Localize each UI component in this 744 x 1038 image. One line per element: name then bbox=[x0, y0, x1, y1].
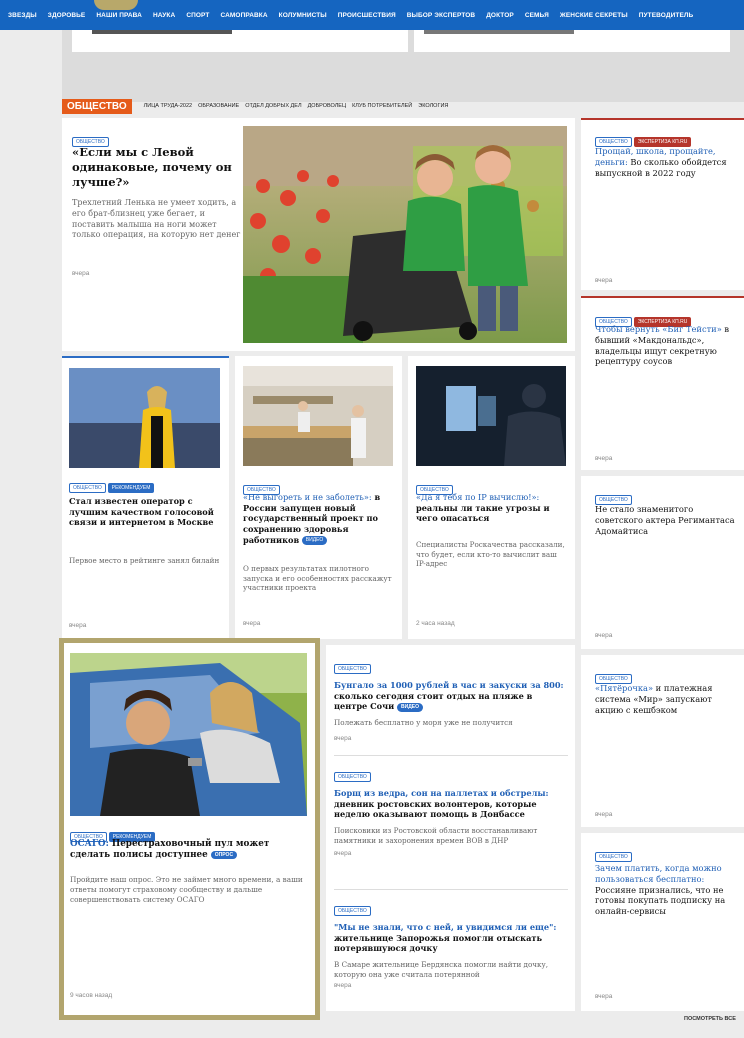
card-headline[interactable]: «Не выгореть и не заболеть»: в России за… bbox=[243, 492, 393, 545]
side-time: вчера bbox=[595, 993, 613, 1000]
photo-factory-workers[interactable] bbox=[243, 366, 393, 466]
feature-photo-twins[interactable] bbox=[243, 126, 567, 343]
row2-card-2[interactable]: ОБЩЕСТВО «Не выгореть и не заболеть»: в … bbox=[235, 356, 402, 639]
section-title[interactable]: ОБЩЕСТВО bbox=[62, 98, 132, 114]
card-lead: Специалисты Роскачества рассказали, что … bbox=[416, 540, 565, 569]
previous-card-right[interactable] bbox=[414, 30, 730, 52]
card-lead: Первое место в рейтинге занял билайн bbox=[69, 556, 220, 565]
side-card-3[interactable]: ОБЩЕСТВО Не стало знаменитого советского… bbox=[581, 476, 744, 649]
list-headline[interactable]: Бунгало за 1000 рублей в час и закуски з… bbox=[334, 680, 568, 712]
list-item[interactable]: ОБЩЕСТВО Борщ из ведра, сон на паллетах … bbox=[334, 763, 568, 857]
side-headline[interactable]: Прощай, школа, прощайте, деньги: Во скол… bbox=[595, 146, 741, 178]
nav-link[interactable]: ДОКТОР bbox=[486, 12, 514, 19]
active-nav-indicator bbox=[94, 0, 138, 10]
list-time: вчера bbox=[334, 734, 352, 742]
card-time: вчера bbox=[69, 622, 87, 629]
video-pill[interactable]: ВИДЕО bbox=[397, 703, 424, 712]
poll-pill[interactable]: ОПРОС bbox=[210, 850, 238, 860]
side-headline[interactable]: Не стало знаменитого советского актера Р… bbox=[595, 504, 741, 536]
nav-link[interactable]: НАУКА bbox=[153, 12, 175, 19]
list-time: вчера bbox=[334, 982, 352, 990]
card-lead: О первых результатах пилотного запуска и… bbox=[243, 564, 392, 593]
subnav-link[interactable]: КЛУБ ПОТРЕБИТЕЛЕЙ bbox=[352, 103, 412, 109]
row2-card-1[interactable]: ОБЩЕСТВО РЕКОМЕНДУЕМ Стал известен операт… bbox=[62, 356, 229, 639]
row2-card-3[interactable]: ОБЩЕСТВО «Да я тебя по IP вычислю!»: реа… bbox=[408, 356, 575, 639]
list-item[interactable]: ОБЩЕСТВО Бунгало за 1000 рублей в час и … bbox=[334, 655, 568, 742]
photo-couple-car[interactable] bbox=[70, 653, 307, 816]
nav-link[interactable]: СЕМЬЯ bbox=[525, 12, 549, 19]
side-time: вчера bbox=[595, 277, 613, 284]
news-list: ОБЩЕСТВО Бунгало за 1000 рублей в час и … bbox=[326, 645, 575, 1011]
subnav-link[interactable]: ЛИЦА ТРУДА-2022 bbox=[144, 103, 192, 109]
card-headline[interactable]: Стал известен оператор с лучшим качество… bbox=[69, 496, 221, 528]
side-card-1[interactable]: ОБЩЕСТВО ЭКСПЕРТИЗА КП.RU Прощай, школа, … bbox=[581, 118, 744, 290]
list-lead: В Самаре жительнице Бердянска помогли на… bbox=[334, 959, 549, 979]
card-headline[interactable]: «Да я тебя по IP вычислю!»: реальны ли т… bbox=[416, 492, 566, 524]
feature-time: вчера bbox=[72, 270, 90, 277]
side-time: вчера bbox=[595, 632, 613, 639]
photo-woman-phone[interactable] bbox=[69, 368, 220, 468]
divider bbox=[334, 889, 568, 890]
section-subnav: ЛИЦА ТРУДА-2022 ОБРАЗОВАНИЕ ОТДЕЛ ДОБРЫХ Д… bbox=[144, 103, 449, 109]
list-item[interactable]: ОБЩЕСТВО "Мы не знали, что с ней, и увид… bbox=[334, 897, 568, 989]
tag-society[interactable]: ОБЩЕСТВО bbox=[334, 772, 371, 782]
card-time: вчера bbox=[243, 620, 261, 627]
nav-link[interactable]: ЗДОРОВЬЕ bbox=[48, 12, 86, 19]
side-card-2[interactable]: ОБЩЕСТВО ЭКСПЕРТИЗА КП.RU Чтобы вернуть «… bbox=[581, 296, 744, 470]
side-tags: ОБЩЕСТВО bbox=[595, 843, 634, 862]
subnav-link[interactable]: ДОБРОВОЛЕЦ bbox=[308, 103, 347, 109]
nav-link[interactable]: ЖЕНСКИЕ СЕКРЕТЫ bbox=[560, 12, 628, 19]
tag-society[interactable]: ОБЩЕСТВО bbox=[595, 852, 632, 862]
osago-headline[interactable]: ОСАГО: Перестраховочный пул может сделат… bbox=[70, 839, 306, 862]
side-card-4[interactable]: ОБЩЕСТВО «Пятёрочка» и платежная система… bbox=[581, 655, 744, 827]
photo-hacker-computer[interactable] bbox=[416, 366, 566, 466]
tag-society[interactable]: ОБЩЕСТВО bbox=[334, 664, 371, 674]
nav-link[interactable]: САМОПРАВКА bbox=[220, 12, 267, 19]
side-headline[interactable]: Зачем платить, когда можно пользоваться … bbox=[595, 863, 741, 917]
list-time: вчера bbox=[334, 850, 352, 858]
side-time: вчера bbox=[595, 455, 613, 462]
osago-time: 9 часов назад bbox=[70, 992, 113, 999]
side-headline[interactable]: «Пятёрочка» и платежная система «Мир» за… bbox=[595, 683, 741, 715]
nav-link[interactable]: ПУТЕВОДИТЕЛЬ bbox=[639, 12, 694, 19]
view-all-link[interactable]: ПОСМОТРЕТЬ ВСЕ bbox=[684, 1016, 736, 1022]
list-headline[interactable]: Борщ из ведра, сон на паллетах и обстрел… bbox=[334, 788, 568, 820]
card-time: 2 часа назад bbox=[416, 620, 455, 627]
video-pill[interactable]: ВИДЕО bbox=[301, 536, 328, 545]
subnav-link[interactable]: ОБРАЗОВАНИЕ bbox=[198, 103, 239, 109]
tag-society[interactable]: ОБЩЕСТВО bbox=[69, 483, 106, 493]
section-header: ОБЩЕСТВО ЛИЦА ТРУДА-2022 ОБРАЗОВАНИЕ ОТДЕЛ… bbox=[62, 97, 448, 115]
divider bbox=[334, 755, 568, 756]
list-headline[interactable]: "Мы не знали, что с ней, и увидимся ли е… bbox=[334, 922, 568, 954]
feature-lead: Трехлетний Ленька не умеет ходить, а его… bbox=[72, 198, 241, 240]
osago-lead: Пройдите наш опрос. Это не займет много … bbox=[70, 875, 303, 904]
subnav-link[interactable]: ОТДЕЛ ДОБРЫХ ДЕЛ bbox=[245, 103, 301, 109]
side-time: вчера bbox=[595, 811, 613, 818]
nav-link[interactable]: СПОРТ bbox=[186, 12, 209, 19]
feature-card[interactable]: ОБЩЕСТВО «Если мы с Левой одинаковые, по… bbox=[62, 118, 575, 351]
side-card-5[interactable]: ОБЩЕСТВО Зачем платить, когда можно поль… bbox=[581, 833, 744, 1011]
nav-link[interactable]: КОЛУМНИСТЫ bbox=[279, 12, 327, 19]
side-headline[interactable]: Чтобы вернуть «Биг Тейсти» в бывший «Мак… bbox=[595, 324, 741, 367]
side-tags: ОБЩЕСТВО bbox=[595, 665, 634, 684]
side-tags: ОБЩЕСТВО bbox=[595, 486, 634, 505]
feature-title[interactable]: «Если мы с Левой одинаковые, почему он л… bbox=[72, 145, 237, 190]
nav-link[interactable]: ВЫБОР ЭКСПЕРТОВ bbox=[407, 12, 475, 19]
tag-secondary[interactable]: РЕКОМЕНДУЕМ bbox=[107, 483, 155, 493]
list-lead: Полежать бесплатно у моря уже не получит… bbox=[334, 717, 513, 727]
subnav-link[interactable]: ЭКОЛОГИЯ bbox=[418, 103, 448, 109]
previous-card-left[interactable] bbox=[72, 30, 408, 52]
nav-link[interactable]: ПРОИСШЕСТВИЯ bbox=[338, 12, 396, 19]
tag-society[interactable]: ОБЩЕСТВО bbox=[334, 906, 371, 916]
list-lead: Поисковики из Ростовской области восстан… bbox=[334, 825, 538, 845]
nav-link[interactable]: НАШИ ПРАВА bbox=[96, 12, 142, 19]
osago-card[interactable]: ОБЩЕСТВО РЕКОМЕНДУЕМ ОСАГО: Перестраховоч… bbox=[59, 638, 320, 1020]
nav-link[interactable]: ЗВЕЗДЫ bbox=[8, 12, 37, 19]
card-tags: ОБЩЕСТВО РЕКОМЕНДУЕМ bbox=[69, 474, 156, 493]
side-tags: ОБЩЕСТВО ЭКСПЕРТИЗА КП.RU bbox=[595, 128, 693, 147]
